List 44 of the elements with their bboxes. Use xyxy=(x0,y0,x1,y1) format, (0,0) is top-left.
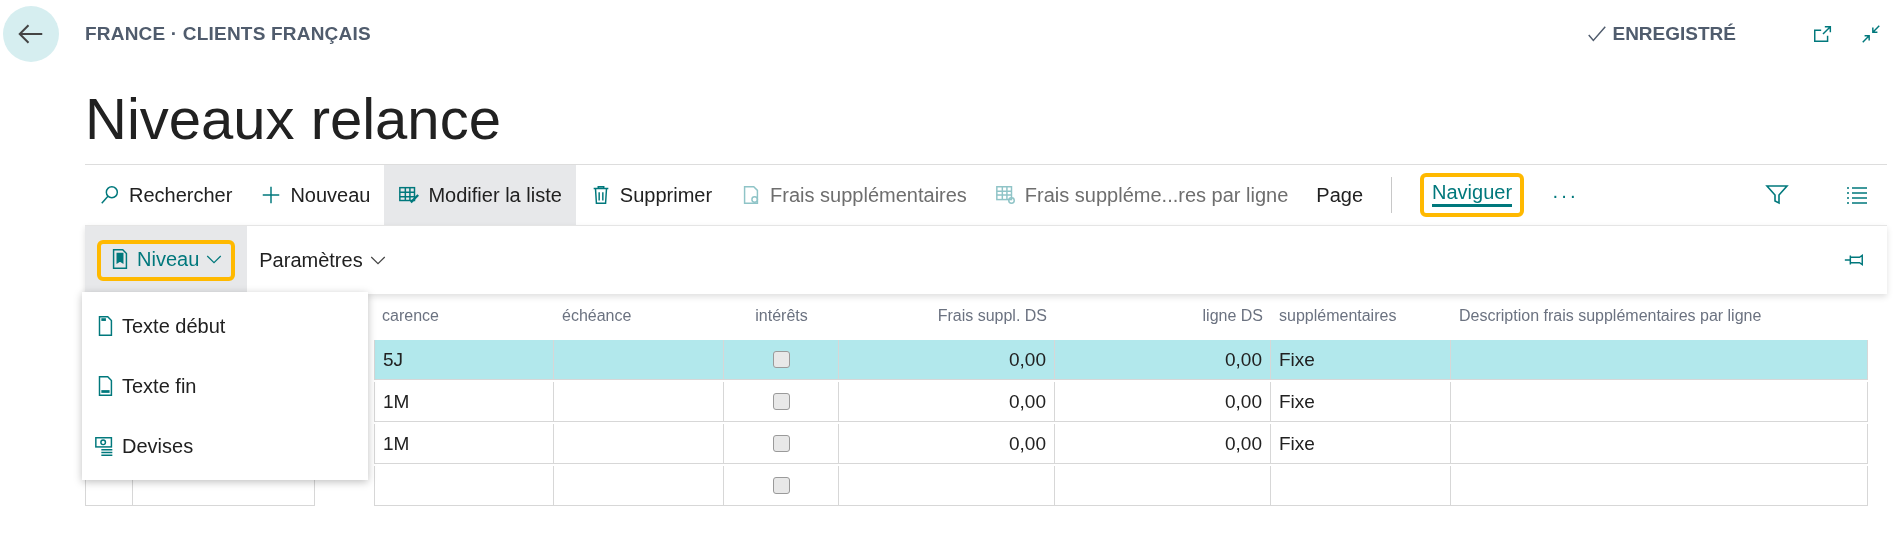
checkbox[interactable] xyxy=(772,477,790,494)
breadcrumb: FRANCE · CLIENTS FRANÇAIS xyxy=(85,23,371,45)
toolbar-action[interactable]: Rechercher xyxy=(85,165,247,225)
column-header: ligne DS xyxy=(1201,306,1264,326)
table-cell: 0,00 xyxy=(839,424,1055,464)
table-cell: Fixe xyxy=(1271,340,1451,380)
table-gear-icon xyxy=(994,184,1017,206)
pop-out-icon xyxy=(1812,23,1834,45)
search-icon xyxy=(99,184,121,206)
table-cell: 0,00 xyxy=(839,340,1055,380)
table-cell: 0,00 xyxy=(1055,382,1271,422)
toolbar-action[interactable]: Nouveau xyxy=(246,165,385,225)
table-cell: 0,00 xyxy=(1055,424,1271,464)
action-group-button[interactable]: Paramètres xyxy=(247,226,399,294)
column-header: Description frais supplémentaires par ligne xyxy=(1458,306,1763,326)
table-cell: Fixe xyxy=(1271,424,1451,464)
status-text: ENREGISTRÉ xyxy=(1612,23,1736,45)
column-header: carence xyxy=(381,306,440,326)
table-cell: 5J xyxy=(374,340,554,380)
column-header: intérêts xyxy=(754,306,809,326)
table-cell: 0,00 xyxy=(1055,340,1271,380)
checkbox[interactable] xyxy=(772,351,790,368)
page-title: Niveaux relance xyxy=(85,85,502,153)
collapse-icon xyxy=(1860,23,1882,45)
action-group-button[interactable]: Niveau xyxy=(85,226,248,294)
menu-item[interactable]: Devises xyxy=(82,416,368,476)
table-cell: 1M xyxy=(374,382,554,422)
checkbox[interactable] xyxy=(772,435,790,452)
toolbar-action[interactable]: Supprimer xyxy=(575,165,727,225)
table-cell: 1M xyxy=(374,424,554,464)
toolbar-action[interactable]: Page xyxy=(1302,165,1378,225)
column-header: échéance xyxy=(561,306,633,326)
checkbox[interactable] xyxy=(772,393,790,410)
toolbar-action[interactable]: Modifier la liste xyxy=(384,165,576,225)
menu-item[interactable]: Texte début xyxy=(82,296,368,356)
filter-icon xyxy=(1765,183,1789,207)
back-button[interactable] xyxy=(3,6,59,62)
column-header: Frais suppl. DS xyxy=(936,306,1048,326)
table-cell: 0,00 xyxy=(839,382,1055,422)
column-header: supplémentaires xyxy=(1278,306,1398,326)
table-cell: Fixe xyxy=(1271,382,1451,422)
more-button[interactable]: ··· xyxy=(1538,165,1593,225)
menu-item[interactable]: Texte fin xyxy=(82,356,368,416)
table-edit-icon xyxy=(398,184,421,206)
